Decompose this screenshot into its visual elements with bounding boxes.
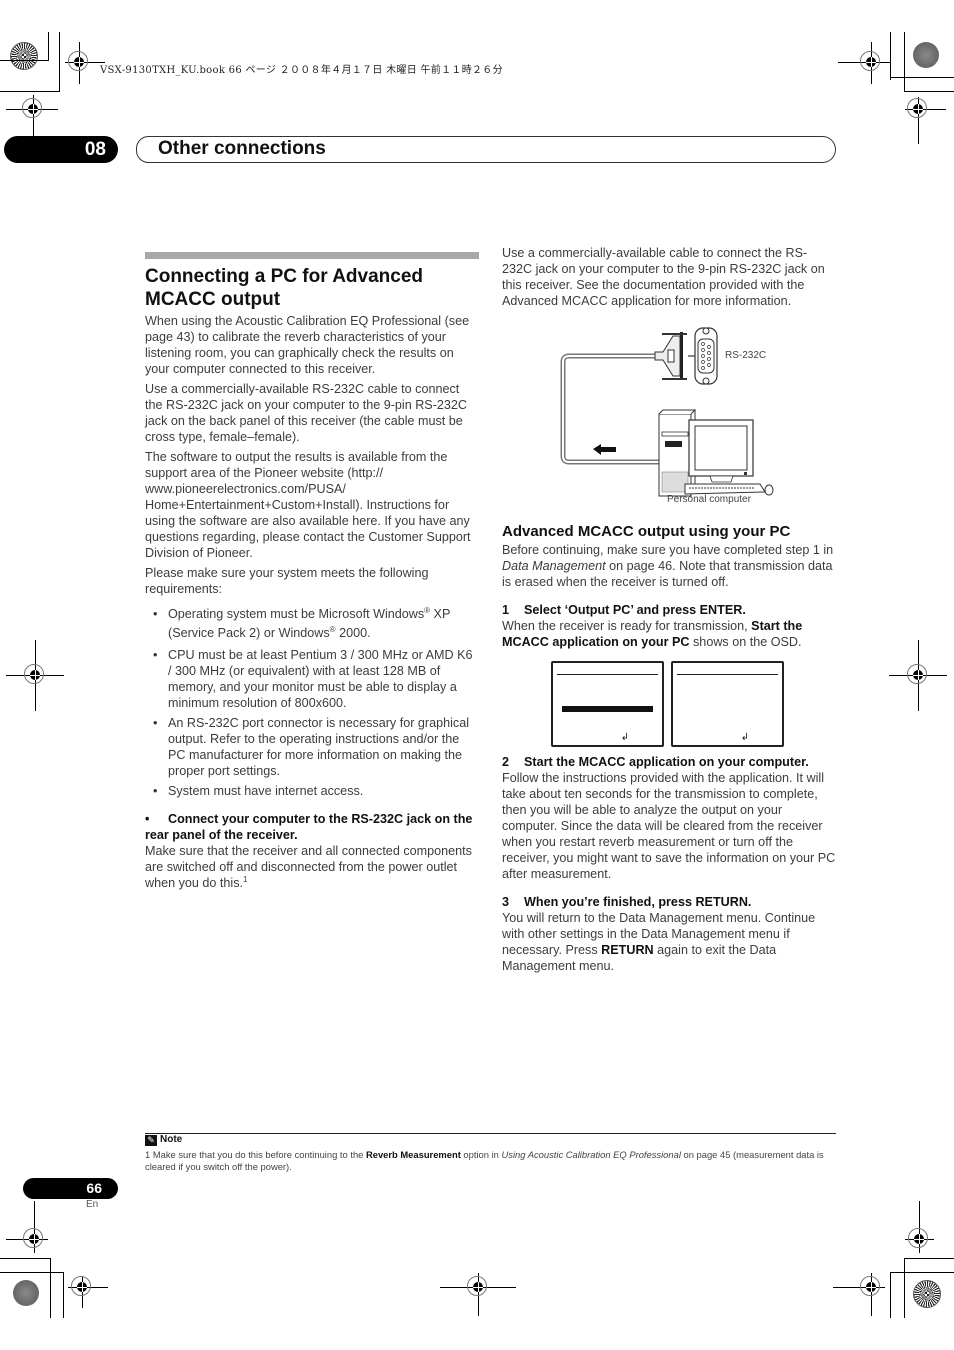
step-3-body: You will return to the Data Management m…: [502, 911, 816, 973]
osd-title-line: [557, 674, 658, 675]
page-number: 66: [23, 1178, 118, 1199]
requirement-os: Operating system must be Microsoft Windo…: [153, 605, 479, 643]
crop-line: [890, 1272, 954, 1273]
before-continuing: Before continuing, make sure you have co…: [502, 543, 834, 589]
connect-heading: • Connect your computer to the RS-232C ja…: [145, 812, 473, 842]
crop-line: [890, 77, 954, 78]
direction-arrow: [593, 444, 616, 455]
crop-line: [904, 1258, 905, 1318]
section-title: Connecting a PC for Advanced MCACC outpu…: [145, 266, 423, 310]
requirements-list: Operating system must be Microsoft Windo…: [145, 605, 479, 799]
connection-diagram: RS-232C Personal computer: [555, 322, 785, 510]
paragraph: Please make sure your system meets the f…: [145, 566, 429, 596]
right-column-steps: 2 Start the MCACC application on your com…: [502, 742, 836, 978]
footnote-text: 1 Make sure that you do this before cont…: [145, 1149, 824, 1172]
color-target-top-right: [913, 42, 939, 68]
connect-body: Make sure that the receiver and all conn…: [145, 844, 472, 890]
crop-line: [50, 1258, 51, 1318]
osd-screen-2: ↲: [671, 661, 784, 747]
step-3-title: 3 When you’re finished, press RETURN.: [502, 895, 752, 909]
chapter-number: 08: [4, 136, 118, 163]
requirement-cpu: CPU must be at least Pentium 3 / 300 MHz…: [153, 647, 479, 711]
crop-line: [890, 1272, 891, 1318]
requirement-port: An RS-232C port connector is necessary f…: [153, 715, 479, 779]
osd-title-line: [677, 674, 778, 675]
color-target-bottom-right: [913, 1280, 941, 1308]
step-1-title: 1 Select ‘Output PC’ and press ENTER.: [502, 603, 746, 617]
crop-line: [0, 1272, 63, 1273]
crop-line: [48, 32, 49, 61]
section-bar: [145, 252, 479, 259]
mouse: [764, 484, 774, 496]
right-column-lower: Advanced MCACC output using your PC Befo…: [502, 523, 836, 654]
note-heading: ✎ Note: [145, 1134, 182, 1146]
osd-highlight-bar: [562, 706, 653, 712]
crop-line: [904, 91, 954, 92]
rs232c-label: RS-232C: [725, 350, 767, 361]
step-2-body: Follow the instructions provided with th…: [502, 771, 836, 881]
step-1-body: When the receiver is ready for transmiss…: [502, 619, 803, 649]
chapter-title: Other connections: [158, 138, 326, 159]
pencil-icon: ✎: [145, 1135, 157, 1146]
right-column: Use a commercially-available cable to co…: [502, 245, 836, 313]
keyboard: [684, 483, 766, 495]
requirement-internet: System must have internet access.: [153, 783, 479, 799]
language-code: En: [86, 1199, 99, 1210]
subsection-title: Advanced MCACC output using your PC: [502, 523, 791, 540]
step-2-title: 2 Start the MCACC application on your com…: [502, 755, 809, 769]
crop-line: [59, 32, 60, 92]
left-column: Connecting a PC for Advanced MCACC outpu…: [145, 252, 479, 895]
paragraph: When using the Acoustic Calibration EQ P…: [145, 314, 470, 376]
pc-label: Personal computer: [667, 494, 751, 505]
crop-line: [890, 32, 891, 80]
crop-line: [0, 60, 48, 61]
crop-line: [0, 91, 60, 92]
crop-line: [0, 1258, 50, 1259]
crop-line: [904, 1258, 954, 1259]
cable: [560, 353, 659, 465]
note-divider: [145, 1133, 836, 1134]
color-target-bottom-left: [13, 1280, 39, 1306]
paragraph: Use a commercially-available RS-232C cab…: [145, 382, 468, 444]
footnote-ref[interactable]: 1: [243, 875, 247, 884]
crop-line: [904, 32, 905, 92]
paragraph: The software to output the results is av…: [145, 450, 471, 560]
print-header: VSX-9130TXH_KU.book 66 ページ ２００８年４月１７日 木曜…: [100, 65, 503, 76]
crop-line: [63, 1272, 64, 1318]
color-target-top-left: [10, 42, 38, 70]
osd-screen-1: ↲: [551, 661, 664, 747]
intro-paragraph: Use a commercially-available cable to co…: [502, 246, 825, 308]
